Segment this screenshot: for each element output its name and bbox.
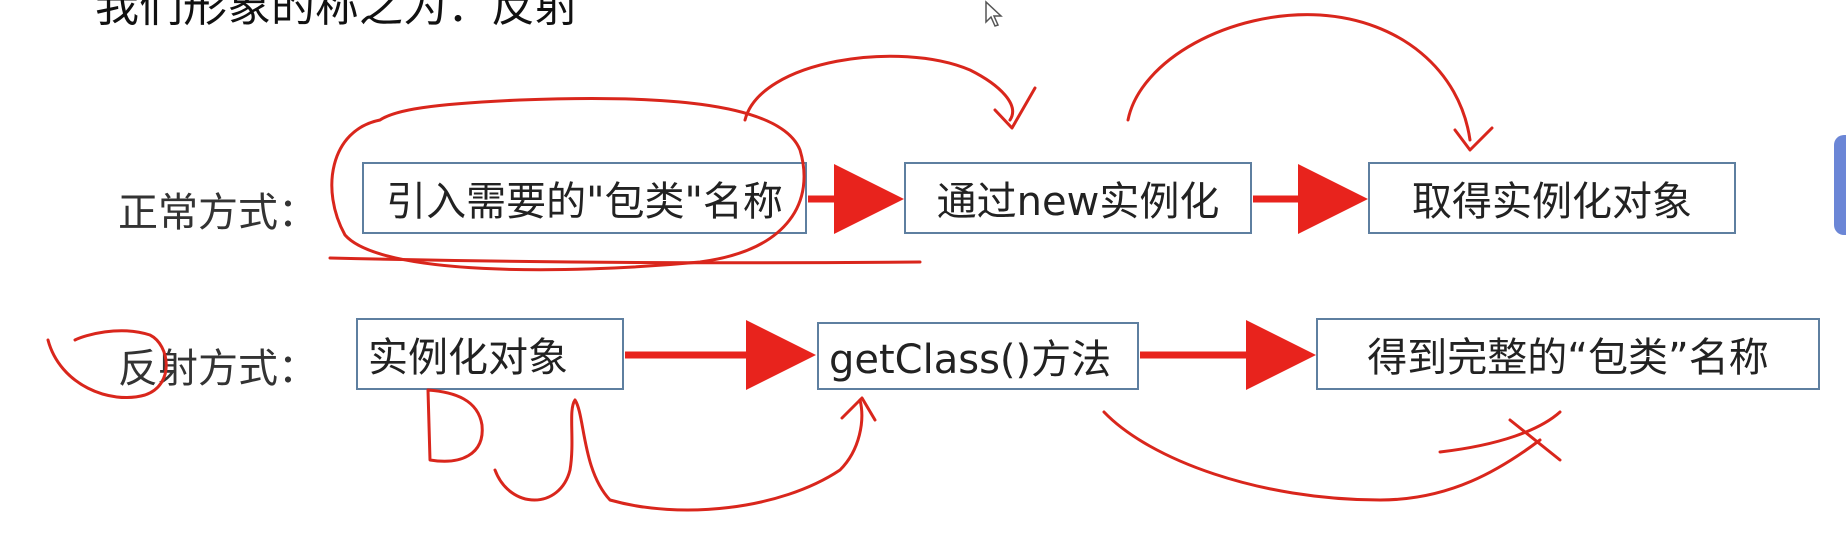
annotation-curve-3 xyxy=(493,398,864,512)
annotation-circle-first-box xyxy=(330,96,806,272)
annotation-curve-1-tip xyxy=(993,86,1037,130)
annotation-curve-3-tip xyxy=(840,396,877,422)
annotation-d-shape xyxy=(426,388,484,463)
flow-arrows xyxy=(625,164,1368,390)
annotation-curve-1 xyxy=(743,54,1014,122)
handwritten-annotations xyxy=(46,13,1562,512)
annotation-curve-2-tip xyxy=(1453,126,1494,152)
annotation-curve-2 xyxy=(1126,13,1472,142)
annotation-cross-1 xyxy=(1508,418,1562,462)
diagram-overlay xyxy=(46,13,1562,512)
annotation-curve-4 xyxy=(1102,410,1542,502)
annotation-loop-left xyxy=(46,329,168,400)
